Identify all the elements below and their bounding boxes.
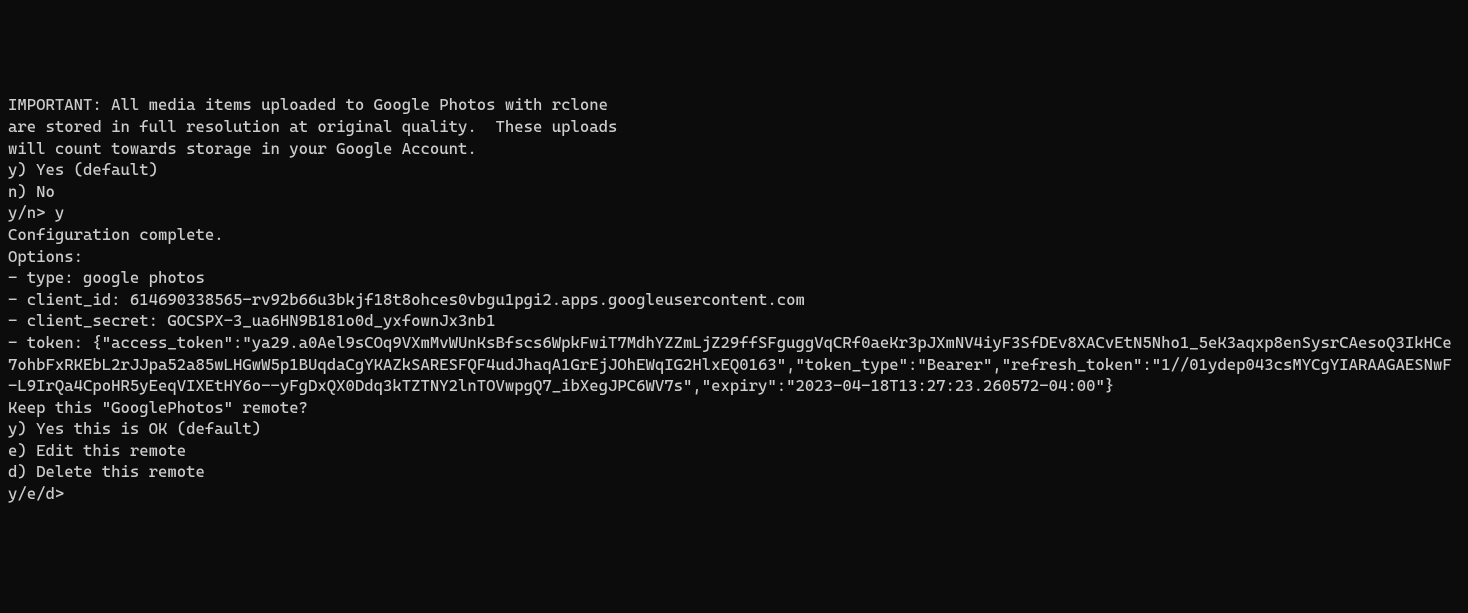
terminal-line: - type: google photos [8, 267, 1460, 289]
terminal-line: will count towards storage in your Googl… [8, 138, 1460, 160]
terminal-line: are stored in full resolution at origina… [8, 116, 1460, 138]
terminal-line: y) Yes this is OK (default) [8, 418, 1460, 440]
terminal-line: - token: {"access_token":"ya29.a0Ael9sCO… [8, 332, 1460, 397]
terminal-line: n) No [8, 181, 1460, 203]
terminal-prompt-line[interactable]: y/e/d> [8, 483, 1460, 505]
terminal-line: Configuration complete. [8, 224, 1460, 246]
terminal-prompt-line: y/n> y [8, 202, 1460, 224]
terminal-line: IMPORTANT: All media items uploaded to G… [8, 94, 1460, 116]
terminal-line: y) Yes (default) [8, 159, 1460, 181]
terminal-line: - client_secret: GOCSPX-3_ua6HN9B181o0d_… [8, 310, 1460, 332]
terminal-line: Options: [8, 246, 1460, 268]
terminal-line: e) Edit this remote [8, 440, 1460, 462]
terminal-line: Keep this "GooglePhotos" remote? [8, 397, 1460, 419]
terminal-line: - client_id: 614690338565-rv92b66u3bkjf1… [8, 289, 1460, 311]
terminal-line: d) Delete this remote [8, 461, 1460, 483]
terminal-output[interactable]: IMPORTANT: All media items uploaded to G… [8, 94, 1460, 504]
